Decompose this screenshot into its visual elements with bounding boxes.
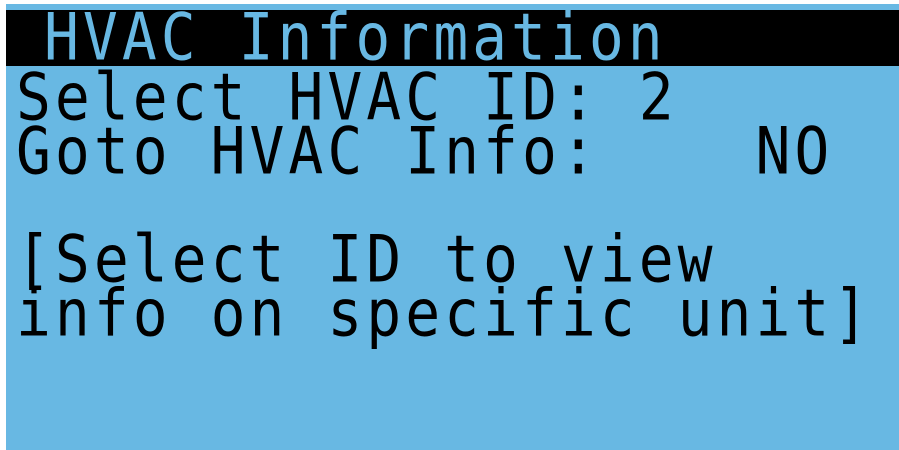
lcd-screen: HVAC Information Select HVAC ID: 2 Goto … [6,4,899,450]
goto-hvac-info-value[interactable]: NO [755,119,833,184]
goto-hvac-info-label: Goto HVAC Info: [16,112,600,190]
help-text-line-2: info on specific unit] [16,274,873,352]
goto-hvac-info-row[interactable]: Goto HVAC Info: NO [16,112,833,190]
